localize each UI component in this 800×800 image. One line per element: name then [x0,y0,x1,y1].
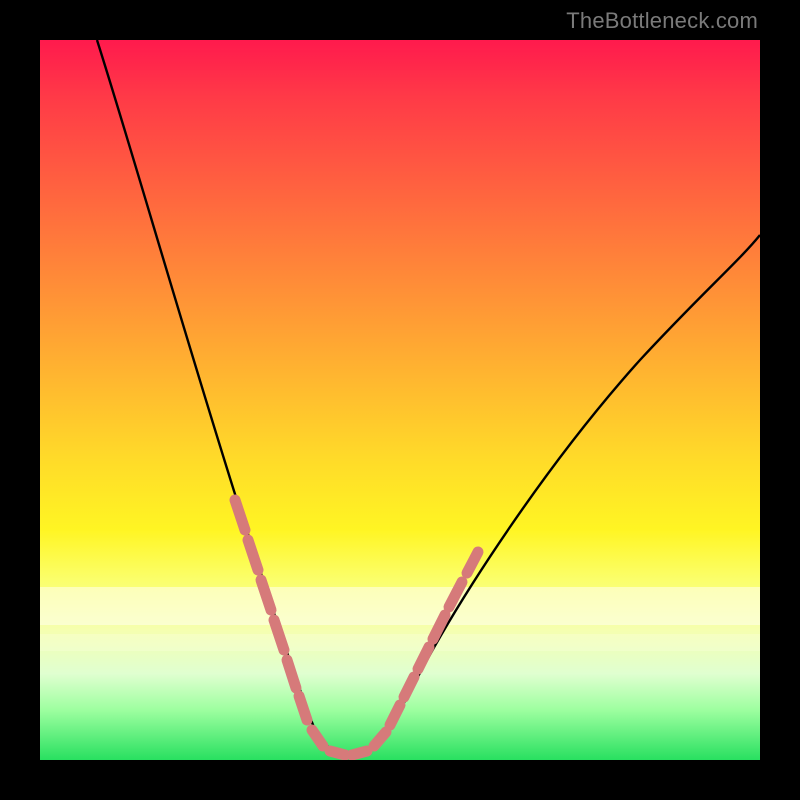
highlight-dashes-bottom [312,730,386,755]
bottleneck-curve-svg [40,40,760,760]
highlight-dashes-left [235,500,307,720]
watermark-text: TheBottleneck.com [566,8,758,34]
highlight-dashes-right [390,552,478,725]
plot-area [40,40,760,760]
chart-frame: TheBottleneck.com [0,0,800,800]
